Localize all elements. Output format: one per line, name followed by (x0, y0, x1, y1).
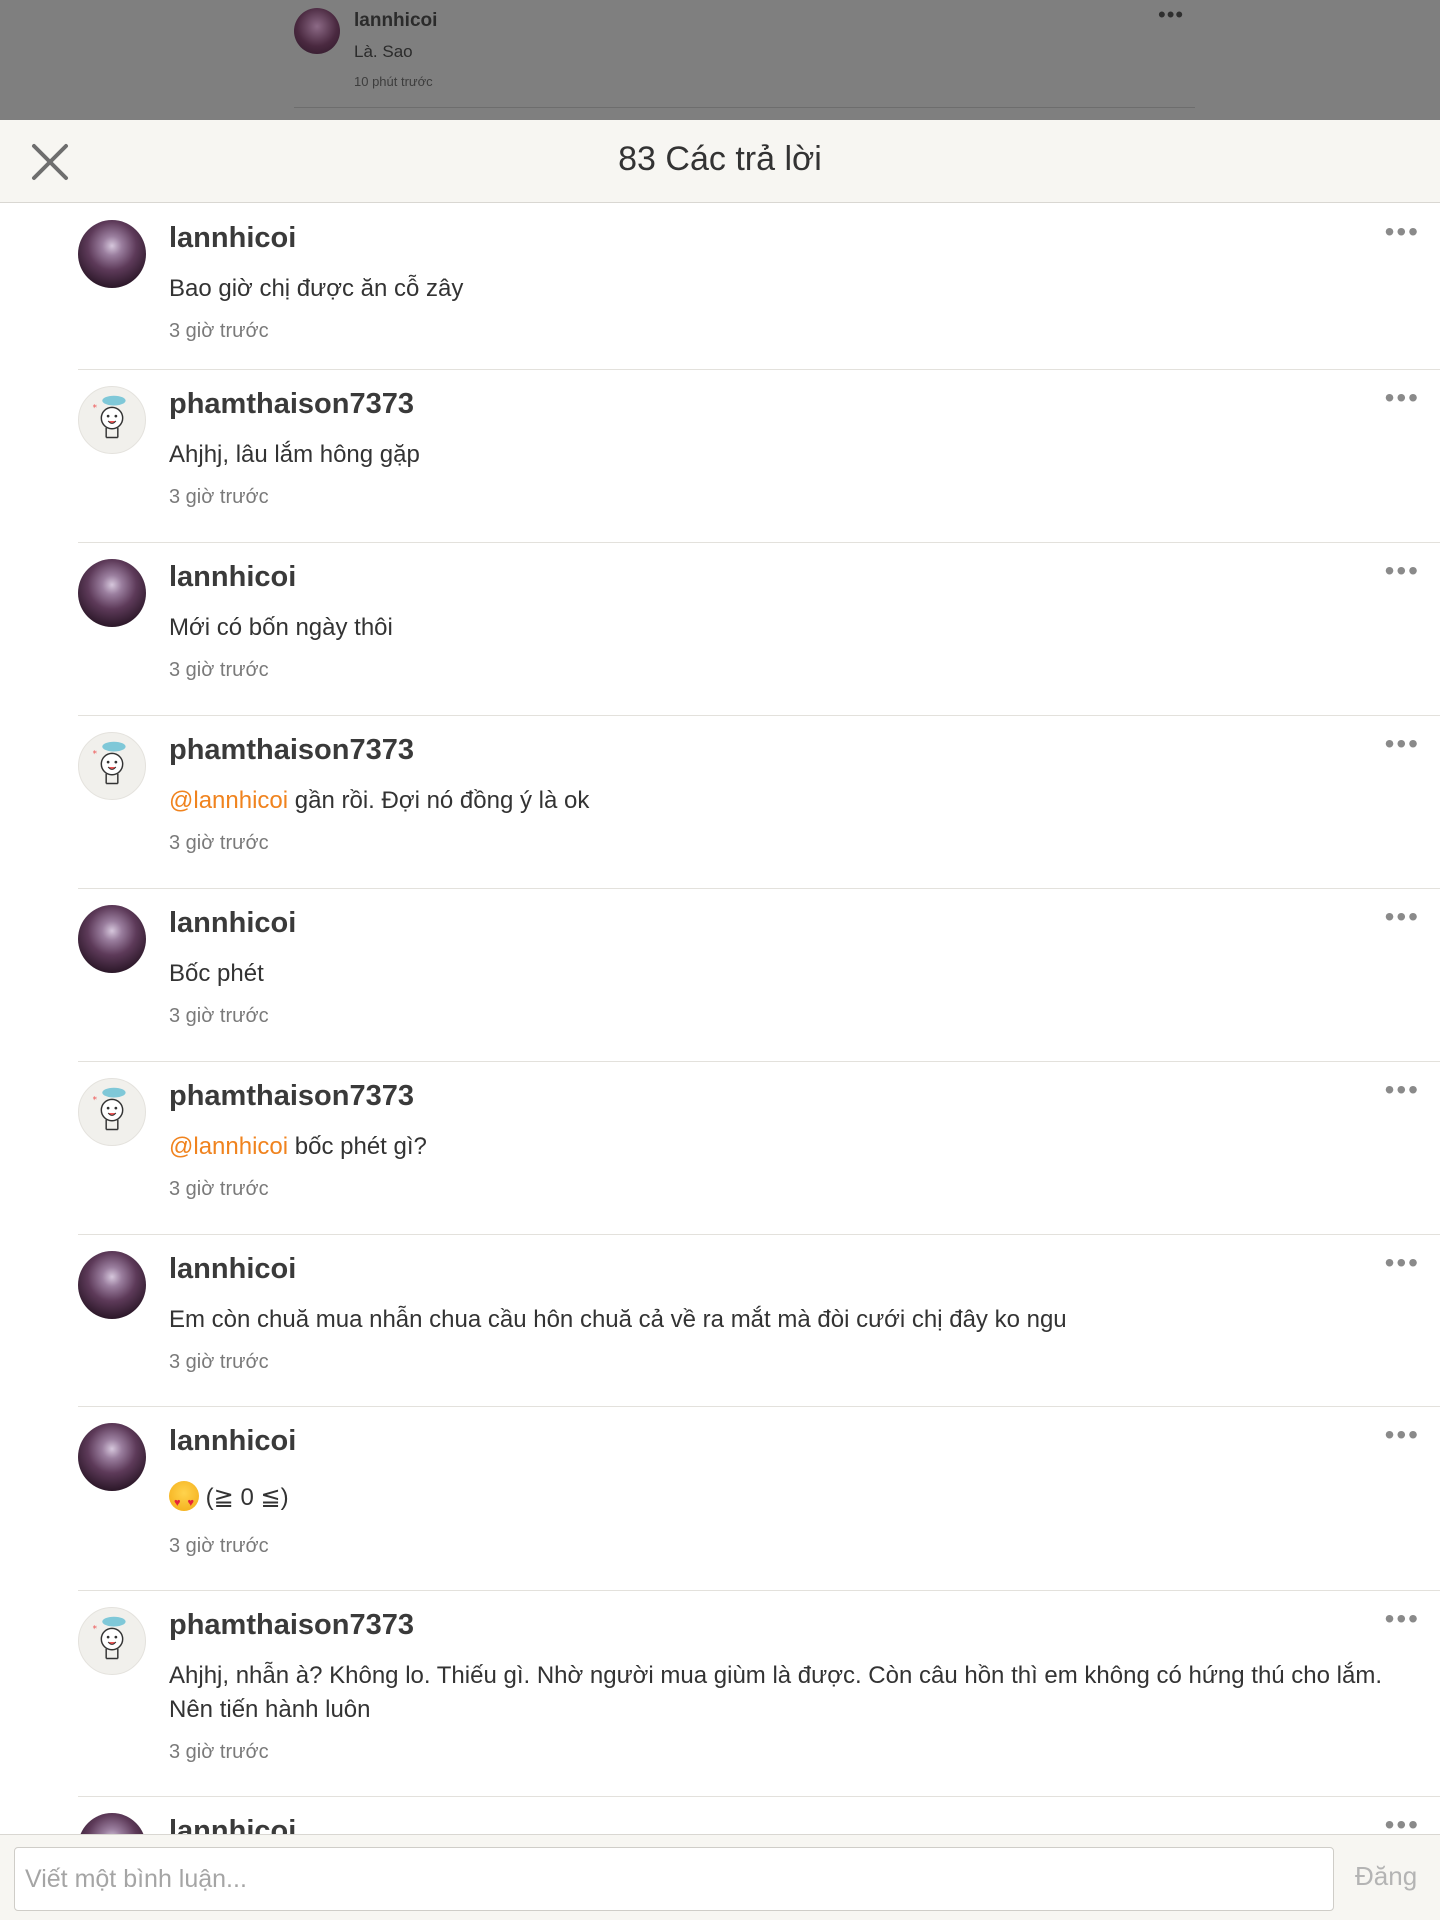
background-post-username: lannhicoi (354, 10, 438, 31)
avatar[interactable]: * (78, 386, 146, 454)
reply-username[interactable]: lannhicoi (169, 561, 296, 594)
cartoon-avatar-icon: * (93, 1616, 126, 1660)
reply-time: 3 giờ trước (169, 1351, 269, 1373)
reply-item: lannhicoi (≧ 0 ≦) 3 giờ trước ••• (78, 1407, 1440, 1591)
reply-username[interactable]: phamthaison7373 (169, 1080, 414, 1113)
reply-text: @lannhicoi bốc phét gì? (169, 1130, 1390, 1164)
reply-time: 3 giờ trước (169, 320, 269, 342)
page-title: 83 Các trả lời (618, 140, 822, 178)
comment-input[interactable] (14, 1847, 1334, 1911)
background-post-time: 10 phút trước (354, 74, 433, 89)
reply-item: lannhicoi Bao giờ chị được ăn cỗ zây 3 g… (78, 204, 1440, 370)
reply-time: 3 giờ trước (169, 1741, 269, 1763)
replies-list[interactable]: lannhicoi Bao giờ chị được ăn cỗ zây 3 g… (0, 204, 1440, 1834)
reply-username[interactable]: lannhicoi (169, 1425, 296, 1458)
more-options-icon[interactable]: ••• (1385, 555, 1420, 587)
background-post-avatar (294, 8, 340, 54)
reply-item: lannhicoi ••• (78, 1797, 1440, 1834)
more-options-icon[interactable]: ••• (1385, 901, 1420, 933)
reply-item: lannhicoi Bốc phét 3 giờ trước ••• (78, 889, 1440, 1062)
reply-text: (≧ 0 ≦) (169, 1481, 1390, 1520)
reply-username[interactable]: lannhicoi (169, 1815, 296, 1834)
reply-text-body: gần rồi. Đợi nó đồng ý là ok (288, 787, 590, 814)
mention-link[interactable]: @lannhicoi (169, 787, 288, 814)
reply-item: * phamthaison7373 @lannhicoi gần rồi. Đợ… (78, 716, 1440, 889)
svg-text:*: * (93, 749, 98, 759)
reply-text: Mới có bốn ngày thôi (169, 614, 393, 641)
post-button[interactable]: Đăng (1355, 1861, 1417, 1892)
reply-username[interactable]: lannhicoi (169, 1253, 296, 1286)
avatar[interactable] (78, 1423, 146, 1491)
heart-eyes-emoji-icon (169, 1481, 199, 1520)
reply-text: @lannhicoi gần rồi. Đợi nó đồng ý là ok (169, 784, 1390, 818)
reply-username[interactable]: phamthaison7373 (169, 388, 414, 421)
more-options-icon[interactable]: ••• (1385, 728, 1420, 760)
reply-text: Em còn chuă mua nhẫn chua cầu hôn chuă c… (169, 1306, 1067, 1333)
reply-item: lannhicoi Em còn chuă mua nhẫn chua cầu … (78, 1235, 1440, 1407)
reply-text: Ahjhj, lâu lắm hông gặp (169, 441, 420, 468)
avatar[interactable] (78, 905, 146, 973)
avatar[interactable] (78, 220, 146, 288)
avatar[interactable]: * (78, 1607, 146, 1675)
reply-item: lannhicoi Mới có bốn ngày thôi 3 giờ trư… (78, 543, 1440, 716)
reply-text: Bao giờ chị được ăn cỗ zây (169, 275, 464, 302)
reply-username[interactable]: phamthaison7373 (169, 1609, 414, 1642)
more-options-icon[interactable]: ••• (1385, 1603, 1420, 1635)
background-post-more-icon: ••• (1158, 2, 1185, 27)
more-options-icon[interactable]: ••• (1385, 382, 1420, 414)
background-post-text: Là. Sao (354, 42, 413, 61)
comment-composer: Đăng (0, 1834, 1440, 1920)
more-options-icon[interactable]: ••• (1385, 1419, 1420, 1451)
reply-item: * phamthaison7373 Ahjhj, nhẫn à? Không l… (78, 1591, 1440, 1797)
reply-text: Bốc phét (169, 960, 264, 987)
more-options-icon[interactable]: ••• (1385, 216, 1420, 248)
cartoon-avatar-icon: * (93, 1087, 126, 1131)
reply-time: 3 giờ trước (169, 832, 269, 854)
cartoon-avatar-icon: * (93, 395, 126, 439)
reply-username[interactable]: lannhicoi (169, 222, 296, 255)
reply-time: 3 giờ trước (169, 486, 269, 508)
reply-username[interactable]: phamthaison7373 (169, 734, 414, 767)
reply-text: Ahjhj, nhẫn à? Không lo. Thiếu gì. Nhờ n… (169, 1662, 1383, 1723)
svg-text:*: * (93, 403, 98, 413)
reply-text-body: bốc phét gì? (288, 1133, 427, 1160)
reply-time: 3 giờ trước (169, 1178, 269, 1200)
avatar[interactable] (78, 1813, 146, 1834)
reply-item: * phamthaison7373 Ahjhj, lâu lắm hông gặ… (78, 370, 1440, 543)
svg-text:*: * (93, 1624, 98, 1634)
reply-text-body: (≧ 0 ≦) (205, 1484, 289, 1511)
more-options-icon[interactable]: ••• (1385, 1074, 1420, 1106)
avatar[interactable] (78, 1251, 146, 1319)
svg-text:*: * (93, 1095, 98, 1105)
reply-time: 3 giờ trước (169, 659, 269, 681)
reply-item: * phamthaison7373 @lannhicoi bốc phét gì… (78, 1062, 1440, 1235)
avatar[interactable]: * (78, 1078, 146, 1146)
reply-time: 3 giờ trước (169, 1005, 269, 1027)
avatar[interactable] (78, 559, 146, 627)
reply-time: 3 giờ trước (169, 1535, 269, 1557)
replies-header: 83 Các trả lời (0, 120, 1440, 203)
more-options-icon[interactable]: ••• (1385, 1247, 1420, 1279)
reply-username[interactable]: lannhicoi (169, 907, 296, 940)
background-divider (294, 107, 1195, 108)
mention-link[interactable]: @lannhicoi (169, 1133, 288, 1160)
background-post: lannhicoi Là. Sao 10 phút trước ••• (0, 0, 1440, 120)
avatar[interactable]: * (78, 732, 146, 800)
cartoon-avatar-icon: * (93, 741, 126, 785)
more-options-icon[interactable]: ••• (1385, 1809, 1420, 1834)
